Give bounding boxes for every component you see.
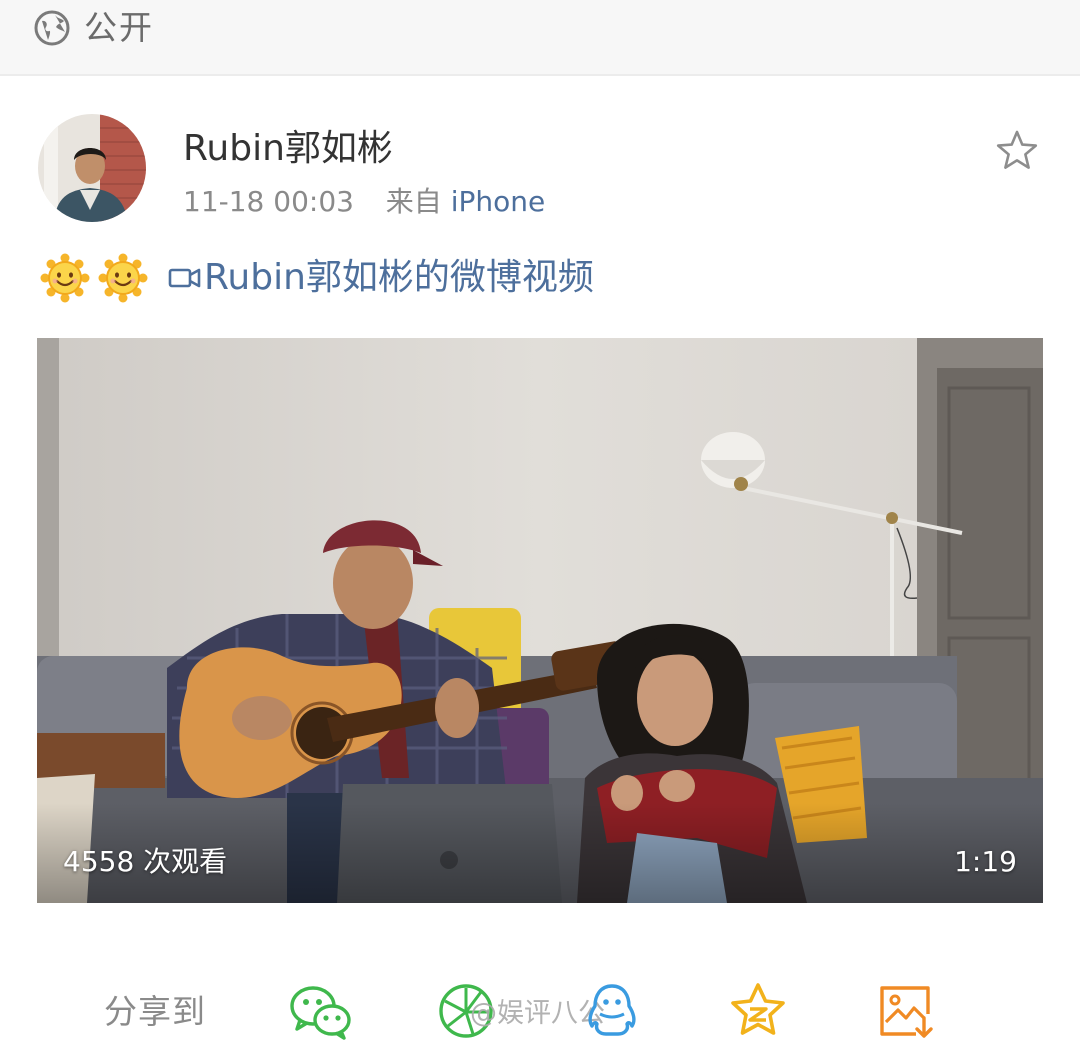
sun-emoji xyxy=(98,253,148,303)
source-prefix: 来自 xyxy=(385,185,442,218)
visibility-label: 公开 xyxy=(84,8,154,47)
visibility-bar[interactable]: 公开 xyxy=(0,0,1080,76)
video-duration: 1:19 xyxy=(954,845,1017,878)
sun-emoji xyxy=(40,253,90,303)
source-device[interactable]: iPhone xyxy=(451,185,546,218)
post-text: Rubin郭如彬的微博视频 xyxy=(40,252,594,304)
post-meta: 11-18 00:03 来自 iPhone xyxy=(183,184,545,220)
video-link[interactable]: Rubin郭如彬的微博视频 xyxy=(204,255,594,301)
share-label: 分享到 xyxy=(104,992,206,1031)
qzone-icon[interactable] xyxy=(726,982,790,1040)
wechat-icon[interactable] xyxy=(288,982,352,1040)
view-count: 4558 次观看 xyxy=(63,845,228,878)
video-thumbnail xyxy=(37,338,1043,903)
save-image-icon[interactable] xyxy=(874,982,938,1040)
star-outline-icon[interactable] xyxy=(995,129,1039,173)
user-name[interactable]: Rubin郭如彬 xyxy=(183,126,393,172)
post-time: 11-18 00:03 xyxy=(183,185,354,218)
weibo-post-screen: 公开 Rubin郭如彬 11-18 00:03 来自 iPhone Rubin郭… xyxy=(0,0,1080,1041)
avatar[interactable] xyxy=(38,114,146,222)
qq-icon[interactable] xyxy=(580,982,644,1040)
globe-icon xyxy=(34,10,70,46)
video-player[interactable]: 4558 次观看 1:19 xyxy=(37,338,1043,903)
video-camera-icon[interactable] xyxy=(168,264,202,292)
